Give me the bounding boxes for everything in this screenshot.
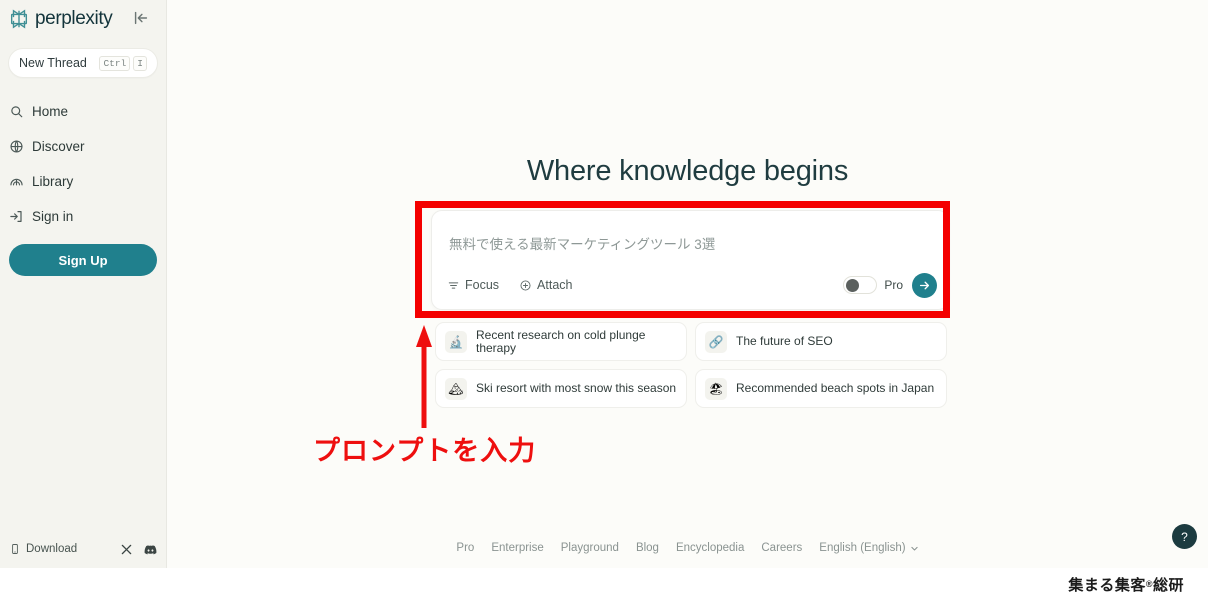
language-label: English (English) [819,542,906,554]
shortcut-ctrl: Ctrl [99,55,131,71]
footer-link-enterprise[interactable]: Enterprise [491,542,543,554]
screenshot-root: perplexity New Thread Ctrl I Home Discov… [0,0,1208,602]
sidebar-item-discover-label: Discover [32,139,85,154]
attach-label: Attach [537,278,573,292]
new-thread-label: New Thread [19,56,87,70]
focus-button[interactable]: Focus [447,278,499,292]
help-button[interactable]: ? [1172,524,1197,549]
list-item-label: The future of SEO [736,334,833,348]
footer-links: Pro Enterprise Playground Blog Encyclope… [167,542,1208,554]
chevron-down-icon [910,546,918,551]
sign-up-button[interactable]: Sign Up [9,244,157,276]
sidebar: perplexity New Thread Ctrl I Home Discov… [0,0,167,568]
page-title: Where knowledge begins [526,155,849,187]
mobile-device-icon [12,544,18,554]
footer-link-careers[interactable]: Careers [761,542,802,554]
snowy-mountain-icon: 🏔 [445,377,467,400]
sidebar-item-home-label: Home [32,104,69,119]
sidebar-nav: Home Discover Library Sign in [0,94,166,234]
list-item-label: Recommended beach spots in Japan [736,381,935,395]
perplexity-logo-icon [10,9,28,29]
perplexity-app-window: perplexity New Thread Ctrl I Home Discov… [0,0,1208,568]
pro-toggle[interactable] [843,276,878,294]
globe-icon [9,139,24,154]
main-content: Where knowledge begins 無料で使える最新マーケティングツー… [167,0,1208,568]
home-search-icon [9,104,24,119]
sidebar-item-sign-in-label: Sign in [32,209,74,224]
list-item[interactable]: 🏔 Ski resort with most snow this season [435,369,687,408]
shortcut-i: I [133,55,147,71]
submit-button[interactable] [912,272,937,298]
filter-icon [448,281,459,289]
brand-name: perplexity [35,8,113,29]
sidebar-footer: Download [0,530,167,568]
download-label: Download [26,543,78,555]
sidebar-item-library[interactable]: Library [0,164,166,199]
sidebar-item-sign-in[interactable]: Sign in [0,199,166,234]
sidebar-item-discover[interactable]: Discover [0,129,166,164]
footer-link-encyclopedia[interactable]: Encyclopedia [676,542,744,554]
search-toolbar: Focus Attach Pro [432,272,948,298]
list-item[interactable]: 🏖 Recommended beach spots in Japan [695,369,947,408]
list-item[interactable]: 🔗 The future of SEO [695,322,947,361]
sign-in-icon [9,209,24,224]
new-thread-button[interactable]: New Thread Ctrl I [8,48,158,78]
brand-logo[interactable]: perplexity [8,4,166,34]
collapse-sidebar-icon[interactable] [132,9,150,27]
beach-umbrella-icon: 🏖 [705,377,727,400]
download-link[interactable]: Download [9,543,110,555]
focus-label: Focus [465,278,500,292]
list-item-label: Recent research on cold plunge therapy [476,327,646,355]
watermark-registered-mark: ® [1145,579,1153,589]
x-twitter-icon[interactable] [119,542,134,557]
footer-link-pro[interactable]: Pro [456,542,474,554]
pro-label: Pro [884,278,903,292]
sidebar-item-home[interactable]: Home [0,94,166,129]
plus-circle-icon [520,279,531,291]
microscope-icon: 🔬 [445,330,467,353]
suggestion-cards: 🔬 Recent research on cold plunge therapy… [435,322,947,408]
attach-button[interactable]: Attach [519,278,572,292]
link-icon: 🔗 [705,330,727,353]
list-item-label: Ski resort with most snow this season [476,381,677,395]
watermark-suffix: 総研 [1152,577,1184,594]
language-selector[interactable]: English (English) [819,542,918,554]
list-item[interactable]: 🔬 Recent research on cold plunge therapy [435,322,687,361]
discord-icon[interactable] [143,542,158,557]
sidebar-item-library-label: Library [32,174,74,189]
search-box[interactable]: 無料で使える最新マーケティングツール 3選 Focus Attach Pro [431,210,949,310]
footer-link-blog[interactable]: Blog [636,542,659,554]
watermark-prefix: 集まる集客 [1068,577,1146,594]
arrow-right-icon [919,281,930,289]
watermark: 集まる集客®総研 [1068,574,1184,595]
library-icon [9,174,24,189]
search-input[interactable]: 無料で使える最新マーケティングツール 3選 [449,233,715,253]
footer-link-playground[interactable]: Playground [561,542,619,554]
pro-toggle-knob [846,279,860,292]
annotation-callout-text: プロンプトを入力 [313,436,537,466]
